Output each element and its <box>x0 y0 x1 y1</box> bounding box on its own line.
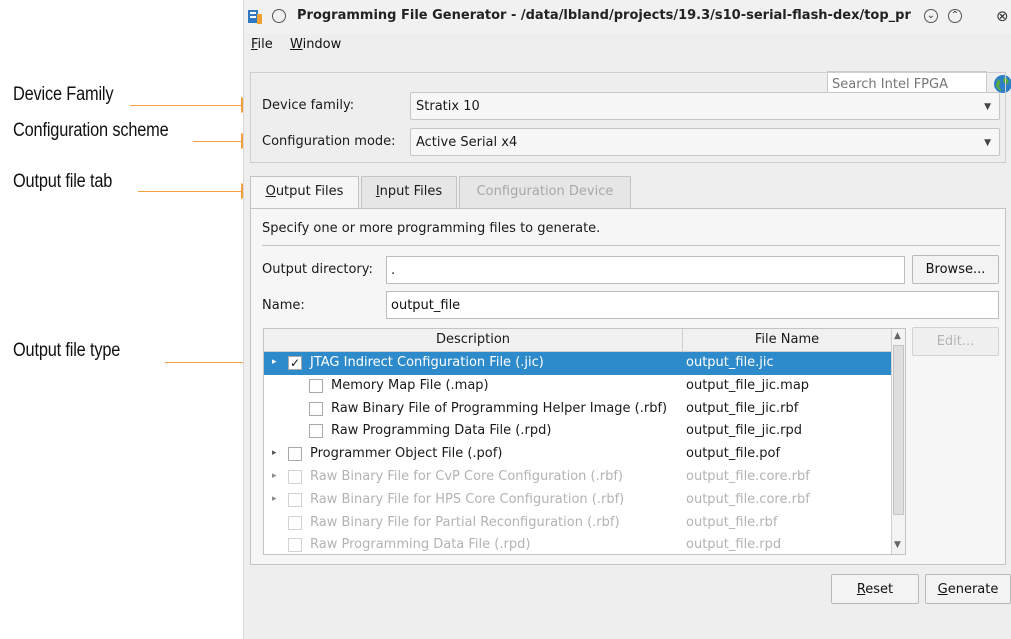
configuration-mode-label: Configuration mode: <box>262 134 396 149</box>
annotation-label: Configuration scheme <box>13 120 169 141</box>
expand-arrow-icon[interactable]: ▸ <box>272 494 277 504</box>
row-description: Raw Programming Data File (.rpd) <box>331 423 552 439</box>
annotation-line <box>193 141 242 142</box>
row-description: JTAG Indirect Configuration File (.jic) <box>310 355 544 370</box>
menu-window[interactable]: Window <box>290 37 341 52</box>
divider <box>262 245 1000 246</box>
row-file-name: output_file.core.rbf <box>686 469 810 484</box>
scroll-down-icon[interactable]: ▼ <box>894 540 901 550</box>
device-family-label: Device family: <box>262 98 355 113</box>
row-checkbox[interactable] <box>309 401 323 416</box>
row-checkbox <box>288 538 302 553</box>
row-checkbox <box>288 470 302 484</box>
row-description: Raw Binary File of Programming Helper Im… <box>331 400 668 416</box>
device-settings-group: Device family: Stratix 10 ▼ Configuratio… <box>250 72 1006 163</box>
edit-button: Edit... <box>912 327 999 356</box>
expand-arrow-icon[interactable]: ▸ <box>272 357 277 367</box>
table-row: ▸ Raw Binary File for CvP Core Configurat… <box>264 466 891 489</box>
annotation-line <box>138 191 242 192</box>
generate-button[interactable]: Generate <box>925 574 1011 604</box>
row-description: Raw Binary File for CvP Core Configurati… <box>310 469 623 484</box>
row-file-name: output_file.rpd <box>686 537 782 553</box>
row-checkbox <box>288 492 302 507</box>
browse-button[interactable]: Browse... <box>912 255 999 284</box>
row-checkbox[interactable] <box>309 378 323 393</box>
row-checkbox[interactable]: ✓ <box>288 356 302 370</box>
title-bar: Programming File Generator - /data/lblan… <box>244 0 1011 34</box>
name-input[interactable] <box>386 291 999 319</box>
menu-file[interactable]: File <box>251 37 273 52</box>
annotation-configuration-scheme: Configuration scheme <box>0 120 260 149</box>
vertical-scrollbar[interactable]: ▲ ▼ <box>891 329 905 554</box>
annotation-label: Output file tab <box>13 171 113 192</box>
annotation-label: Device Family <box>13 84 114 105</box>
chevron-down-icon: ▼ <box>984 138 991 148</box>
output-files-panel: Specify one or more programming files to… <box>250 208 1006 565</box>
window-menu-icon[interactable] <box>272 9 286 23</box>
expand-arrow-icon[interactable]: ▸ <box>272 448 277 458</box>
reset-button[interactable]: Reset <box>831 574 919 604</box>
device-family-value: Stratix 10 <box>416 99 480 114</box>
row-description: Raw Binary File for Partial Reconfigurat… <box>310 514 620 530</box>
row-description: Raw Binary File for HPS Core Configurati… <box>310 491 625 507</box>
row-description: Raw Programming Data File (.rpd) <box>310 537 531 553</box>
table-row[interactable]: ▸ ✓ JTAG Indirect Configuration File (.jic… <box>264 352 891 375</box>
table-row: Raw Binary File for Partial Reconfigurat… <box>264 512 891 535</box>
programming-file-generator-window: Programming File Generator - /data/lblan… <box>243 0 1011 639</box>
table-row[interactable]: Memory Map File (.map) output_file_jic.ma… <box>264 375 891 398</box>
output-directory-input[interactable] <box>386 256 905 284</box>
row-description: Memory Map File (.map) <box>331 377 489 393</box>
annotation-device-family: Device Family <box>0 84 260 113</box>
annotation-output-file-tab: Output file tab <box>0 171 260 199</box>
column-header-description[interactable]: Description <box>264 332 682 347</box>
maximize-icon[interactable]: ⌃ <box>948 9 962 23</box>
annotation-output-file-type: Output file type <box>0 340 282 370</box>
minimize-icon[interactable]: ⌄ <box>924 9 938 23</box>
scrollbar-thumb[interactable] <box>893 345 904 515</box>
configuration-mode-select[interactable]: Active Serial x4 ▼ <box>410 128 1000 156</box>
name-label: Name: <box>262 298 305 313</box>
configuration-mode-value: Active Serial x4 <box>416 135 518 150</box>
annotation-line <box>130 105 242 106</box>
scroll-up-icon[interactable]: ▲ <box>894 331 901 341</box>
chevron-down-icon: ▼ <box>984 102 991 112</box>
column-header-file-name[interactable]: File Name <box>683 332 891 347</box>
row-file-name: output_file.rbf <box>686 514 778 530</box>
table-row: Raw Programming Data File (.rpd) output_f… <box>264 534 891 554</box>
row-file-name: output_file_jic.rpd <box>686 423 803 439</box>
row-checkbox <box>288 515 302 530</box>
output-directory-label: Output directory: <box>262 262 373 277</box>
row-file-name: output_file_jic.map <box>686 377 810 393</box>
row-checkbox[interactable] <box>288 447 302 462</box>
instruction-text: Specify one or more programming files to… <box>262 221 601 236</box>
window-title: Programming File Generator - /data/lblan… <box>297 8 911 23</box>
close-icon[interactable]: ⊗ <box>996 7 1009 25</box>
table-row: ▸ Raw Binary File for HPS Core Configurat… <box>264 489 891 512</box>
device-family-select[interactable]: Stratix 10 ▼ <box>410 92 1000 120</box>
table-row[interactable]: Raw Binary File of Programming Helper Im… <box>264 398 891 421</box>
row-file-name: output_file.pof <box>686 446 781 462</box>
tab-input-files[interactable]: Input Files <box>361 176 457 208</box>
row-file-name: output_file.core.rbf <box>686 491 810 507</box>
table-header: Description File Name <box>264 329 891 352</box>
row-file-name: output_file_jic.rbf <box>686 400 799 416</box>
annotation-label: Output file type <box>13 340 121 361</box>
tab-output-files[interactable]: Output Files <box>250 176 359 209</box>
menu-bar: File Window <box>244 34 1011 98</box>
row-file-name: output_file.jic <box>686 355 774 370</box>
tab-configuration-device: Configuration Device <box>459 176 631 208</box>
row-checkbox[interactable] <box>309 424 323 439</box>
expand-arrow-icon[interactable]: ▸ <box>272 471 277 481</box>
table-row[interactable]: ▸ Programmer Object File (.pof) output_fil… <box>264 443 891 466</box>
app-icon <box>248 10 262 24</box>
row-description: Programmer Object File (.pof) <box>310 446 503 462</box>
file-type-table: Description File Name ▸ ✓ JTAG Indirect Co… <box>263 328 906 555</box>
table-row[interactable]: Raw Programming Data File (.rpd) output_f… <box>264 420 891 443</box>
